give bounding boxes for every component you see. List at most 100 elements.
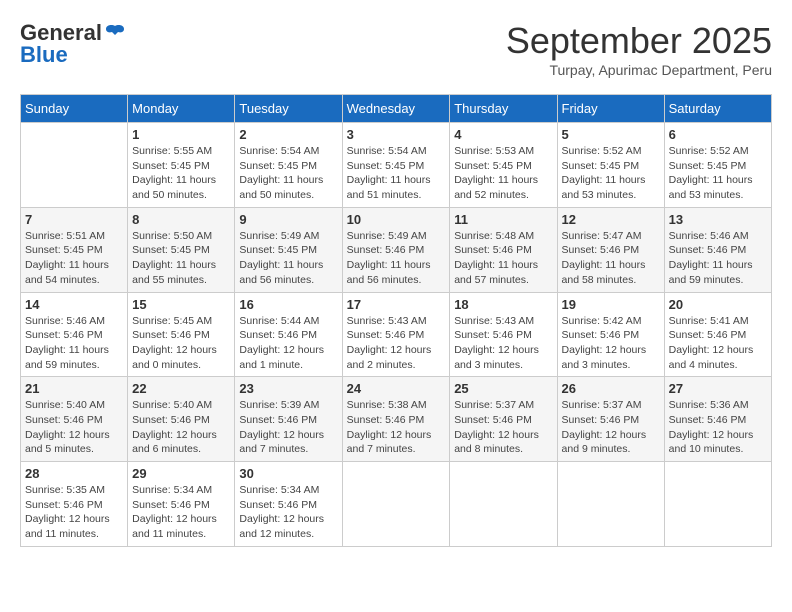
day-info: Sunrise: 5:52 AM Sunset: 5:45 PM Dayligh… — [669, 144, 767, 203]
calendar-cell: 15 Sunrise: 5:45 AM Sunset: 5:46 PM Dayli… — [128, 292, 235, 377]
day-number: 22 — [132, 381, 230, 396]
day-info: Sunrise: 5:37 AM Sunset: 5:46 PM Dayligh… — [454, 398, 552, 457]
weekday-header: Thursday — [450, 95, 557, 123]
weekday-header: Sunday — [21, 95, 128, 123]
day-info: Sunrise: 5:54 AM Sunset: 5:45 PM Dayligh… — [347, 144, 446, 203]
calendar-cell — [450, 462, 557, 547]
day-info: Sunrise: 5:36 AM Sunset: 5:46 PM Dayligh… — [669, 398, 767, 457]
calendar-cell: 25 Sunrise: 5:37 AM Sunset: 5:46 PM Dayli… — [450, 377, 557, 462]
calendar-cell: 10Sunrise: 5:49 AM Sunset: 5:46 PM Dayli… — [342, 207, 450, 292]
day-number: 14 — [25, 297, 123, 312]
calendar-cell — [557, 462, 664, 547]
day-number: 3 — [347, 127, 446, 142]
calendar-cell: 24Sunrise: 5:38 AM Sunset: 5:46 PM Dayli… — [342, 377, 450, 462]
day-info: Sunrise: 5:55 AM Sunset: 5:45 PM Dayligh… — [132, 144, 230, 203]
weekday-header: Saturday — [664, 95, 771, 123]
day-number: 10 — [347, 212, 446, 227]
day-info: Sunrise: 5:45 AM Sunset: 5:46 PM Dayligh… — [132, 314, 230, 373]
location-subtitle: Turpay, Apurimac Department, Peru — [506, 62, 772, 78]
day-number: 20 — [669, 297, 767, 312]
logo: General Blue — [20, 20, 126, 68]
day-info: Sunrise: 5:34 AM Sunset: 5:46 PM Dayligh… — [239, 483, 337, 542]
calendar-cell: 7 Sunrise: 5:51 AM Sunset: 5:45 PM Daylig… — [21, 207, 128, 292]
day-number: 7 — [25, 212, 123, 227]
day-info: Sunrise: 5:52 AM Sunset: 5:45 PM Dayligh… — [562, 144, 660, 203]
day-number: 16 — [239, 297, 337, 312]
weekday-header: Wednesday — [342, 95, 450, 123]
calendar-cell: 12 Sunrise: 5:47 AM Sunset: 5:46 PM Dayli… — [557, 207, 664, 292]
day-number: 15 — [132, 297, 230, 312]
day-number: 21 — [25, 381, 123, 396]
day-number: 18 — [454, 297, 552, 312]
day-number: 8 — [132, 212, 230, 227]
calendar-cell: 27 Sunrise: 5:36 AM Sunset: 5:46 PM Dayli… — [664, 377, 771, 462]
calendar-cell: 30Sunrise: 5:34 AM Sunset: 5:46 PM Dayli… — [235, 462, 342, 547]
day-number: 29 — [132, 466, 230, 481]
day-number: 11 — [454, 212, 552, 227]
title-block: September 2025 Turpay, Apurimac Departme… — [506, 20, 772, 78]
weekday-header: Monday — [128, 95, 235, 123]
calendar-cell: 3 Sunrise: 5:54 AM Sunset: 5:45 PM Daylig… — [342, 123, 450, 208]
day-number: 17 — [347, 297, 446, 312]
day-number: 27 — [669, 381, 767, 396]
day-number: 23 — [239, 381, 337, 396]
calendar-cell: 11 Sunrise: 5:48 AM Sunset: 5:46 PM Dayli… — [450, 207, 557, 292]
calendar-cell: 2 Sunrise: 5:54 AM Sunset: 5:45 PM Daylig… — [235, 123, 342, 208]
day-info: Sunrise: 5:42 AM Sunset: 5:46 PM Dayligh… — [562, 314, 660, 373]
calendar-cell: 28 Sunrise: 5:35 AM Sunset: 5:46 PM Dayli… — [21, 462, 128, 547]
logo-bird-icon — [104, 22, 126, 44]
day-info: Sunrise: 5:54 AM Sunset: 5:45 PM Dayligh… — [239, 144, 337, 203]
day-info: Sunrise: 5:37 AM Sunset: 5:46 PM Dayligh… — [562, 398, 660, 457]
calendar-cell: 21 Sunrise: 5:40 AM Sunset: 5:46 PM Dayli… — [21, 377, 128, 462]
day-number: 9 — [239, 212, 337, 227]
calendar-cell: 6 Sunrise: 5:52 AM Sunset: 5:45 PM Daylig… — [664, 123, 771, 208]
calendar-week-row: 14 Sunrise: 5:46 AM Sunset: 5:46 PM Dayli… — [21, 292, 772, 377]
day-number: 1 — [132, 127, 230, 142]
calendar-cell: 8 Sunrise: 5:50 AM Sunset: 5:45 PM Daylig… — [128, 207, 235, 292]
day-number: 6 — [669, 127, 767, 142]
day-number: 13 — [669, 212, 767, 227]
calendar-cell: 29 Sunrise: 5:34 AM Sunset: 5:46 PM Dayli… — [128, 462, 235, 547]
day-info: Sunrise: 5:40 AM Sunset: 5:46 PM Dayligh… — [25, 398, 123, 457]
day-number: 4 — [454, 127, 552, 142]
calendar-header-row: SundayMondayTuesdayWednesdayThursdayFrid… — [21, 95, 772, 123]
day-info: Sunrise: 5:43 AM Sunset: 5:46 PM Dayligh… — [454, 314, 552, 373]
day-info: Sunrise: 5:44 AM Sunset: 5:46 PM Dayligh… — [239, 314, 337, 373]
calendar-week-row: 7 Sunrise: 5:51 AM Sunset: 5:45 PM Daylig… — [21, 207, 772, 292]
day-info: Sunrise: 5:43 AM Sunset: 5:46 PM Dayligh… — [347, 314, 446, 373]
day-number: 26 — [562, 381, 660, 396]
day-info: Sunrise: 5:39 AM Sunset: 5:46 PM Dayligh… — [239, 398, 337, 457]
calendar-cell: 5 Sunrise: 5:52 AM Sunset: 5:45 PM Daylig… — [557, 123, 664, 208]
day-info: Sunrise: 5:49 AM Sunset: 5:45 PM Dayligh… — [239, 229, 337, 288]
logo-blue-text: Blue — [20, 42, 68, 68]
day-info: Sunrise: 5:50 AM Sunset: 5:45 PM Dayligh… — [132, 229, 230, 288]
calendar-table: SundayMondayTuesdayWednesdayThursdayFrid… — [20, 94, 772, 547]
weekday-header: Tuesday — [235, 95, 342, 123]
calendar-week-row: 21 Sunrise: 5:40 AM Sunset: 5:46 PM Dayli… — [21, 377, 772, 462]
day-number: 25 — [454, 381, 552, 396]
day-info: Sunrise: 5:48 AM Sunset: 5:46 PM Dayligh… — [454, 229, 552, 288]
day-number: 2 — [239, 127, 337, 142]
day-info: Sunrise: 5:51 AM Sunset: 5:45 PM Dayligh… — [25, 229, 123, 288]
day-info: Sunrise: 5:46 AM Sunset: 5:46 PM Dayligh… — [669, 229, 767, 288]
page-header: General Blue September 2025 Turpay, Apur… — [20, 20, 772, 78]
calendar-cell: 23 Sunrise: 5:39 AM Sunset: 5:46 PM Dayli… — [235, 377, 342, 462]
calendar-week-row: 28 Sunrise: 5:35 AM Sunset: 5:46 PM Dayli… — [21, 462, 772, 547]
calendar-cell — [21, 123, 128, 208]
day-number: 12 — [562, 212, 660, 227]
day-info: Sunrise: 5:40 AM Sunset: 5:46 PM Dayligh… — [132, 398, 230, 457]
day-info: Sunrise: 5:46 AM Sunset: 5:46 PM Dayligh… — [25, 314, 123, 373]
day-info: Sunrise: 5:35 AM Sunset: 5:46 PM Dayligh… — [25, 483, 123, 542]
calendar-cell — [664, 462, 771, 547]
calendar-cell: 14 Sunrise: 5:46 AM Sunset: 5:46 PM Dayli… — [21, 292, 128, 377]
day-info: Sunrise: 5:47 AM Sunset: 5:46 PM Dayligh… — [562, 229, 660, 288]
day-number: 28 — [25, 466, 123, 481]
calendar-cell: 22 Sunrise: 5:40 AM Sunset: 5:46 PM Dayli… — [128, 377, 235, 462]
day-number: 5 — [562, 127, 660, 142]
day-info: Sunrise: 5:41 AM Sunset: 5:46 PM Dayligh… — [669, 314, 767, 373]
weekday-header: Friday — [557, 95, 664, 123]
calendar-cell: 20 Sunrise: 5:41 AM Sunset: 5:46 PM Dayli… — [664, 292, 771, 377]
day-info: Sunrise: 5:34 AM Sunset: 5:46 PM Dayligh… — [132, 483, 230, 542]
calendar-cell: 19Sunrise: 5:42 AM Sunset: 5:46 PM Dayli… — [557, 292, 664, 377]
calendar-cell — [342, 462, 450, 547]
